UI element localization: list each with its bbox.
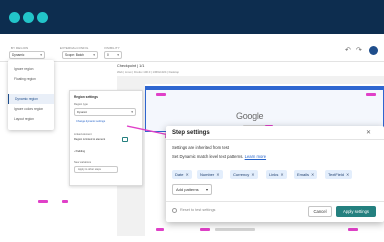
diff-highlight xyxy=(156,93,166,96)
region-type-dropdown: Ignore region Floating region Dynamic re… xyxy=(8,60,54,130)
divider xyxy=(166,139,384,140)
remove-chip-icon[interactable]: ✕ xyxy=(280,172,283,177)
linked-element-text: Region is linked to element xyxy=(74,138,106,141)
chip-links[interactable]: Links ✕ xyxy=(266,170,287,179)
apply-settings-button[interactable]: Apply settings xyxy=(336,206,376,217)
add-patterns-button[interactable]: Add patterns ▾ xyxy=(172,184,212,195)
window-dot-icon[interactable] xyxy=(37,12,48,23)
toolbar-label-visibility: VISIBILITY xyxy=(104,46,120,50)
redo-icon[interactable]: ↷ xyxy=(356,46,362,54)
inherited-text: Settings are inherited from test xyxy=(172,145,230,150)
dialog-title: Step settings xyxy=(172,130,210,136)
diff-highlight xyxy=(156,228,164,231)
reset-icon[interactable] xyxy=(172,208,177,213)
chip-number[interactable]: Number ✕ xyxy=(197,170,223,179)
remove-chip-icon[interactable]: ✕ xyxy=(216,172,219,177)
region-type-label: Region type xyxy=(74,103,88,106)
chip-textfield[interactable]: TextField ✕ xyxy=(325,170,353,179)
toolbar-label-config: EXTERNALCONFIG xyxy=(60,46,89,50)
region-type-field[interactable]: Dynamic ▾ xyxy=(74,108,136,116)
padding-toggle[interactable]: › Padding xyxy=(74,150,85,153)
apply-to-other-steps-button[interactable]: Apply to other steps xyxy=(74,166,118,173)
window-dot-icon[interactable] xyxy=(23,12,34,23)
chevron-down-icon: ▾ xyxy=(40,53,42,57)
diff-highlight xyxy=(366,93,376,96)
visibility-select[interactable]: 0 ▾ xyxy=(104,51,122,59)
dropdown-item-layout[interactable]: Layout region xyxy=(8,114,54,124)
undo-icon[interactable]: ↶ xyxy=(345,46,351,54)
page-logo: Google xyxy=(236,111,264,121)
change-dynamic-settings-link[interactable]: Change dynamic settings xyxy=(76,120,105,123)
dropdown-item-blank[interactable] xyxy=(8,84,54,94)
diff-highlight xyxy=(38,200,48,203)
dynamic-region-header xyxy=(145,86,384,90)
divider xyxy=(166,201,384,202)
chevron-down-icon: ▾ xyxy=(93,53,95,57)
diff-highlight xyxy=(62,200,68,203)
remove-chip-icon[interactable]: ✕ xyxy=(311,172,314,177)
toolbar-label-region: BY REGION xyxy=(11,46,29,50)
chip-emails[interactable]: Emails ✕ xyxy=(294,170,318,179)
reset-to-test-settings-button[interactable]: Reset to test settings xyxy=(180,208,215,212)
checkpoint-title: Checkpoint | 1/1 xyxy=(117,64,145,68)
window-dot-icon[interactable] xyxy=(9,12,20,23)
diff-highlight xyxy=(348,228,358,231)
dropdown-item-ignore-colors[interactable]: Ignore colors region xyxy=(8,104,54,114)
remove-chip-icon[interactable]: ✕ xyxy=(346,172,349,177)
checkpoint-subtitle: Web | Linux | Firefox 100.0 | 1366x1024 … xyxy=(117,70,179,74)
region-settings-title: Region settings xyxy=(74,95,98,99)
footer-placeholder xyxy=(215,228,255,231)
dropdown-item-ignore[interactable]: Ignore region xyxy=(8,64,54,74)
dropdown-item-dynamic[interactable]: Dynamic region xyxy=(8,94,54,104)
close-icon[interactable]: ✕ xyxy=(366,129,371,136)
dropdown-item-floating[interactable]: Floating region xyxy=(8,74,54,84)
toolbar xyxy=(0,34,384,62)
linked-element-label: Linked element xyxy=(74,133,92,136)
learn-more-link[interactable]: Learn more xyxy=(245,154,266,159)
chevron-down-icon: ▾ xyxy=(117,53,119,57)
chevron-down-icon: ▾ xyxy=(205,187,208,192)
region-type-select[interactable]: Dynamic ▾ xyxy=(9,51,45,59)
new-variations-label: New variations xyxy=(74,161,92,164)
user-avatar[interactable] xyxy=(369,46,378,55)
remove-chip-icon[interactable]: ✕ xyxy=(251,172,254,177)
chip-date[interactable]: Date ✕ xyxy=(172,170,192,179)
app-header xyxy=(0,0,384,34)
chip-currency[interactable]: Currency ✕ xyxy=(230,170,258,179)
cancel-button[interactable]: Cancel xyxy=(308,206,332,217)
scope-select[interactable]: Scope: Batch ▾ xyxy=(62,51,98,59)
chevron-down-icon: ▾ xyxy=(131,110,133,114)
dynamic-patterns-text: Set Dynamic match level text patterns. L… xyxy=(172,154,267,159)
remove-chip-icon[interactable]: ✕ xyxy=(185,172,188,177)
diff-highlight xyxy=(200,228,210,231)
